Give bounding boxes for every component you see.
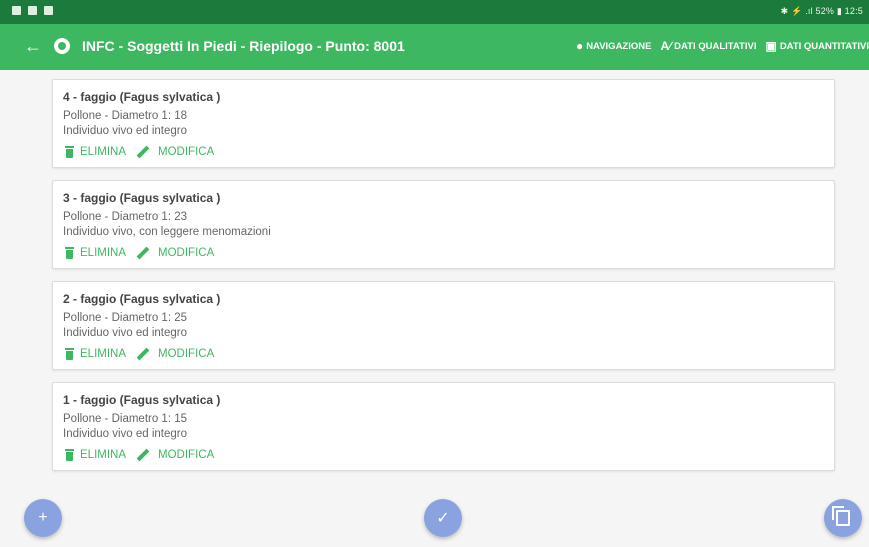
notification-icons xyxy=(12,6,53,15)
edit-label: MODIFICA xyxy=(158,146,215,158)
navigation-label: NAVIGAZIONE xyxy=(586,40,652,52)
delete-label: ELIMINA xyxy=(80,348,127,360)
confirm-button[interactable]: ✓ xyxy=(424,499,462,537)
qualitative-data-button[interactable]: A∕ DATI QUALITATIVI xyxy=(660,40,756,52)
copy-icon xyxy=(832,506,850,526)
edit-label: MODIFICA xyxy=(158,348,215,360)
subject-title: 2 - faggio (Fagus sylvatica ) xyxy=(63,292,221,306)
add-button[interactable]: + xyxy=(24,499,62,537)
delete-label: ELIMINA xyxy=(80,146,127,158)
back-arrow-icon[interactable]: ← xyxy=(24,37,42,55)
warning-icon xyxy=(44,6,53,15)
system-status: ✱ ⚡ .ıl 52% ▮ 12:5 xyxy=(780,6,863,16)
delete-label: ELIMINA xyxy=(80,247,127,259)
edit-label: MODIFICA xyxy=(158,449,215,461)
pencil-icon xyxy=(136,448,150,462)
subject-card: 1 - faggio (Fagus sylvatica ) Pollone - … xyxy=(52,382,835,471)
copy-button[interactable] xyxy=(824,499,862,537)
card-actions: ELIMINA MODIFICA xyxy=(65,246,222,260)
delete-button[interactable]: ELIMINA xyxy=(65,449,126,461)
edit-button[interactable]: MODIFICA xyxy=(134,448,215,462)
subject-diameter: Pollone - Diametro 1: 25 xyxy=(63,312,188,324)
check-icon: ✓ xyxy=(436,510,450,527)
gallery-icon xyxy=(12,6,21,15)
subject-list: 4 - faggio (Fagus sylvatica ) Pollone - … xyxy=(52,79,835,483)
location-icon: ● xyxy=(575,39,584,53)
plus-icon: + xyxy=(38,509,48,526)
subject-title: 1 - faggio (Fagus sylvatica ) xyxy=(63,393,221,407)
subject-card: 4 - faggio (Fagus sylvatica ) Pollone - … xyxy=(52,79,835,168)
quantitative-data-button[interactable]: ▣ DATI QUANTITATIVI xyxy=(765,40,869,52)
subject-condition: Individuo vivo ed integro xyxy=(63,125,188,137)
screenshot-icon xyxy=(28,6,37,15)
navigation-button[interactable]: ● NAVIGAZIONE xyxy=(576,40,652,52)
page-title: INFC - Soggetti In Piedi - Riepilogo - P… xyxy=(82,38,405,54)
pencil-icon xyxy=(136,145,150,159)
trash-icon xyxy=(65,146,74,158)
subject-condition: Individuo vivo ed integro xyxy=(63,428,188,440)
delete-button[interactable]: ELIMINA xyxy=(65,348,126,360)
edit-button[interactable]: MODIFICA xyxy=(134,145,215,159)
subject-diameter: Pollone - Diametro 1: 15 xyxy=(63,413,188,425)
subject-condition: Individuo vivo, con leggere menomazioni xyxy=(63,226,271,238)
subject-card: 2 - faggio (Fagus sylvatica ) Pollone - … xyxy=(52,281,835,370)
toolbar-actions: ● NAVIGAZIONE A∕ DATI QUALITATIVI ▣ DATI… xyxy=(576,40,869,52)
card-actions: ELIMINA MODIFICA xyxy=(65,347,222,361)
quantitative-label: DATI QUANTITATIVI xyxy=(779,40,869,52)
trash-icon xyxy=(65,348,74,360)
subject-card: 3 - faggio (Fagus sylvatica ) Pollone - … xyxy=(52,180,835,269)
trash-icon xyxy=(65,449,74,461)
subject-title: 3 - faggio (Fagus sylvatica ) xyxy=(63,191,221,205)
subject-condition: Individuo vivo ed integro xyxy=(63,327,188,339)
subject-diameter: Pollone - Diametro 1: 23 xyxy=(63,211,188,223)
delete-button[interactable]: ELIMINA xyxy=(65,146,126,158)
status-bar: ✱ ⚡ .ıl 52% ▮ 12:5 xyxy=(0,0,869,24)
delete-label: ELIMINA xyxy=(80,449,127,461)
card-actions: ELIMINA MODIFICA xyxy=(65,448,222,462)
qualitative-icon: A∕ xyxy=(660,39,672,53)
pencil-icon xyxy=(136,246,150,260)
app-bar: ← INFC - Soggetti In Piedi - Riepilogo -… xyxy=(0,24,869,70)
delete-button[interactable]: ELIMINA xyxy=(65,247,126,259)
edit-button[interactable]: MODIFICA xyxy=(134,246,215,260)
pencil-icon xyxy=(136,347,150,361)
edit-label: MODIFICA xyxy=(158,247,215,259)
subject-title: 4 - faggio (Fagus sylvatica ) xyxy=(63,90,221,104)
trash-icon xyxy=(65,247,74,259)
card-actions: ELIMINA MODIFICA xyxy=(65,145,222,159)
app-logo-icon xyxy=(54,38,70,54)
quantitative-icon: ▣ xyxy=(765,39,777,53)
qualitative-label: DATI QUALITATIVI xyxy=(674,40,757,52)
subject-diameter: Pollone - Diametro 1: 18 xyxy=(63,110,188,122)
edit-button[interactable]: MODIFICA xyxy=(134,347,215,361)
